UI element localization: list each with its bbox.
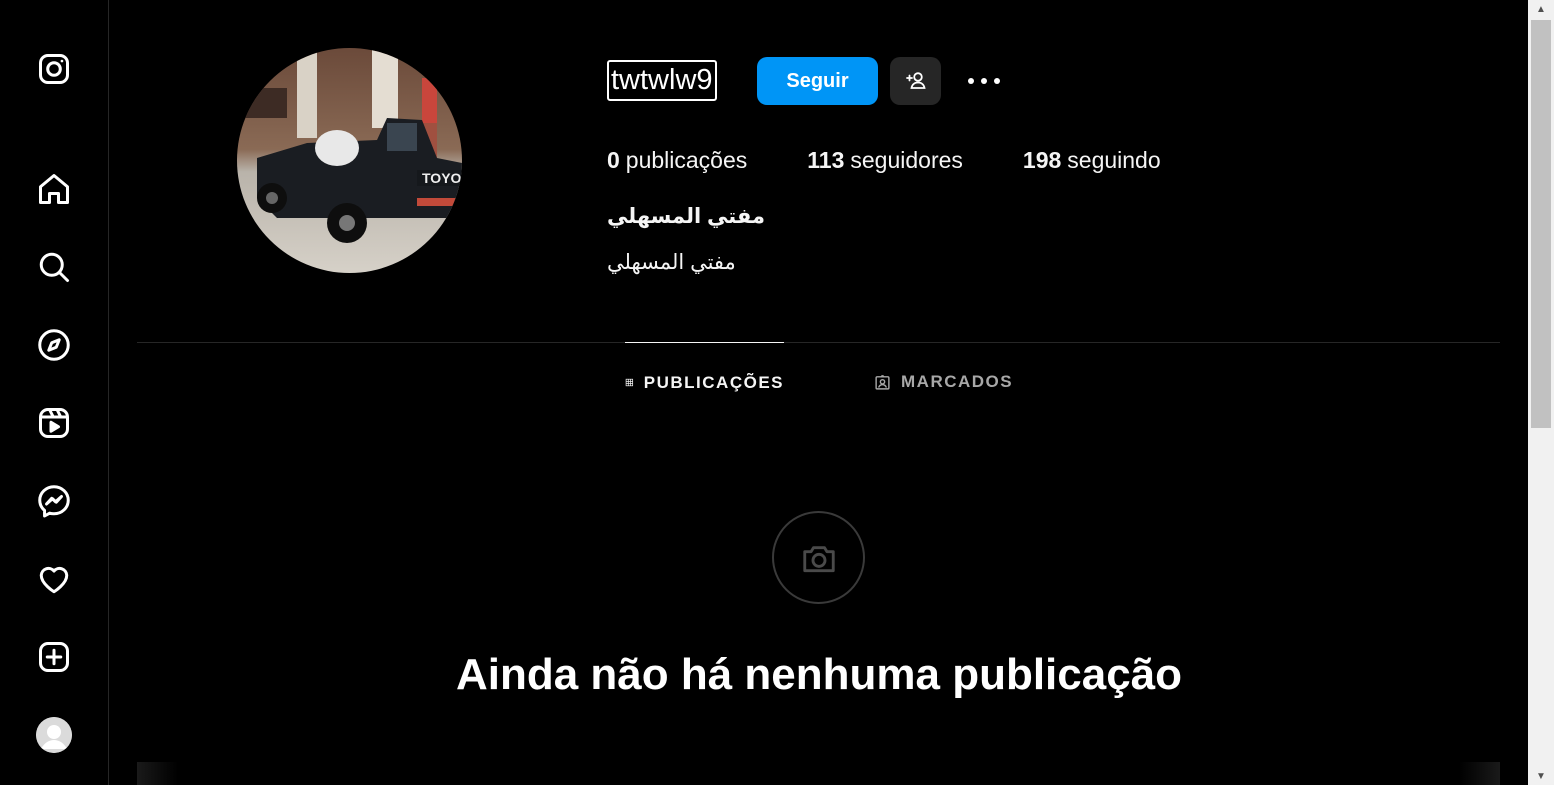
profile-stats: 0 publicações 113 seguidores 198 seguindo: [607, 147, 1221, 174]
add-person-icon: [905, 72, 926, 89]
followers-count-label: seguidores: [850, 147, 963, 173]
instagram-logo-icon[interactable]: [30, 45, 78, 93]
posts-count: 0 publicações: [607, 147, 747, 174]
profile-username: twtwlw9: [607, 60, 717, 101]
camera-icon: [802, 545, 835, 572]
grid-icon: [625, 378, 634, 387]
camera-icon-circle: [772, 511, 865, 604]
tab-publicacoes-label: PUBLICAÇÕES: [643, 372, 784, 392]
scroll-down-icon[interactable]: ▼: [1528, 767, 1554, 785]
scroll-up-icon[interactable]: ▲: [1528, 0, 1554, 18]
empty-state-title: Ainda não há nenhuma publicação: [455, 650, 1183, 699]
tabs-divider: [137, 342, 1500, 343]
explore-icon[interactable]: [30, 321, 78, 369]
create-icon[interactable]: [30, 633, 78, 681]
search-icon[interactable]: [30, 243, 78, 291]
home-icon[interactable]: [30, 165, 78, 213]
more-options-icon: [968, 78, 1000, 84]
follow-button[interactable]: Seguir: [757, 57, 878, 105]
following-count[interactable]: 198 seguindo: [1023, 147, 1161, 174]
tab-marcados-label: MARCADOS: [901, 372, 1014, 391]
svg-text:TOYO: TOYO: [422, 170, 462, 186]
reels-icon[interactable]: [30, 399, 78, 447]
suggested-accounts-button[interactable]: [890, 57, 941, 105]
messenger-icon[interactable]: [30, 477, 78, 525]
sidebar: [0, 0, 109, 785]
profile-picture[interactable]: TOYO: [237, 48, 462, 273]
tab-publicacoes[interactable]: PUBLICAÇÕES: [625, 342, 784, 422]
followers-count-value: 113: [807, 147, 845, 173]
heart-icon[interactable]: [30, 555, 78, 603]
profile-main: TOYO twtwlw9 Seguir 0 publicações 113 se…: [110, 0, 1528, 785]
scroll-thumb[interactable]: [1531, 20, 1551, 428]
tagged-icon: [875, 374, 890, 390]
profile-full-name: مفتي المسهلي: [607, 205, 765, 228]
profile-avatar-icon[interactable]: [30, 711, 78, 759]
more-options-button[interactable]: [962, 64, 1006, 98]
profile-bio: مفتي المسهلي: [607, 251, 736, 274]
footer-strip: [137, 762, 1500, 785]
following-count-label: seguindo: [1067, 147, 1161, 173]
tab-marcados[interactable]: MARCADOS: [874, 342, 1013, 422]
posts-count-label: publicações: [625, 147, 748, 173]
following-count-value: 198: [1022, 147, 1062, 173]
followers-count[interactable]: 113 seguidores: [807, 147, 963, 174]
vertical-scrollbar[interactable]: ▲ ▼: [1528, 0, 1554, 785]
posts-count-value: 0: [607, 147, 620, 173]
avatar: [36, 717, 72, 753]
